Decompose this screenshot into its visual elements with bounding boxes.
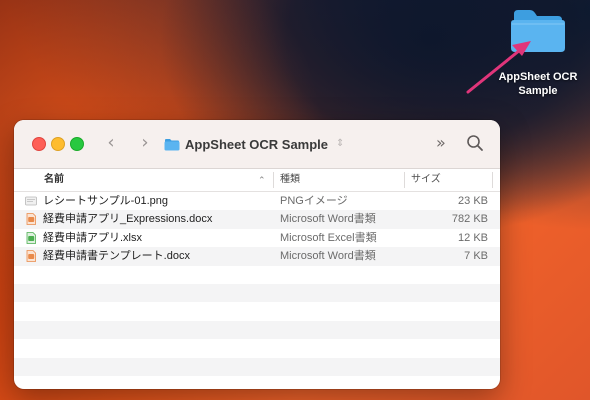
column-divider[interactable] bbox=[492, 172, 493, 188]
file-size: 23 KB bbox=[458, 195, 488, 207]
folder-icon bbox=[164, 138, 180, 150]
file-size: 782 KB bbox=[451, 213, 488, 226]
empty-row bbox=[14, 283, 500, 303]
finder-window: ‹ › AppSheet OCR Sample ⇕ » 名前 ⌃ 種類 サイズ bbox=[14, 120, 500, 389]
column-header-kind[interactable]: 種類 bbox=[280, 169, 300, 191]
close-button[interactable] bbox=[32, 137, 46, 151]
empty-row bbox=[14, 376, 500, 389]
column-header-size[interactable]: サイズ bbox=[411, 169, 441, 191]
file-name: 経費申請書テンプレート.docx bbox=[43, 250, 190, 263]
empty-row bbox=[14, 266, 500, 284]
column-header: 名前 ⌃ 種類 サイズ bbox=[14, 169, 500, 192]
file-size: 12 KB bbox=[458, 231, 488, 244]
file-list: レシートサンプル-01.png PNGイメージ 23 KB 経費申請アプリ_Ex… bbox=[14, 192, 500, 389]
file-size: 7 KB bbox=[464, 250, 488, 263]
empty-row bbox=[14, 320, 500, 340]
chevron-left-icon[interactable]: ‹ bbox=[100, 132, 122, 154]
empty-row bbox=[14, 357, 500, 376]
xlsx-file-icon bbox=[26, 231, 36, 244]
minimize-button[interactable] bbox=[51, 137, 65, 151]
chevron-right-icon[interactable]: › bbox=[134, 132, 156, 154]
search-icon[interactable] bbox=[466, 134, 484, 152]
file-row[interactable]: レシートサンプル-01.png PNGイメージ 23 KB bbox=[14, 192, 500, 210]
file-row[interactable]: 経費申請アプリ.xlsx Microsoft Excel書類 12 KB bbox=[14, 229, 500, 247]
file-kind: Microsoft Word書類 bbox=[280, 250, 376, 263]
empty-row bbox=[14, 302, 500, 320]
double-chevron-right-icon[interactable]: » bbox=[436, 132, 446, 154]
docx-file-icon bbox=[26, 213, 36, 226]
file-kind: Microsoft Word書類 bbox=[280, 213, 376, 226]
file-row[interactable]: 経費申請アプリ_Expressions.docx Microsoft Word書… bbox=[14, 210, 500, 229]
file-name: 経費申請アプリ.xlsx bbox=[43, 231, 142, 244]
file-kind: Microsoft Excel書類 bbox=[280, 231, 377, 244]
column-header-name[interactable]: 名前 bbox=[44, 169, 64, 191]
window-title[interactable]: AppSheet OCR Sample ⇕ bbox=[164, 134, 344, 154]
sort-chevron-up-icon[interactable]: ⌃ bbox=[258, 169, 266, 191]
window-title-text: AppSheet OCR Sample bbox=[185, 136, 329, 152]
column-divider[interactable] bbox=[404, 172, 405, 188]
file-row[interactable]: 経費申請書テンプレート.docx Microsoft Word書類 7 KB bbox=[14, 247, 500, 266]
png-file-icon bbox=[25, 196, 37, 206]
file-kind: PNGイメージ bbox=[280, 195, 348, 207]
column-divider[interactable] bbox=[273, 172, 274, 188]
file-name: レシートサンプル-01.png bbox=[43, 195, 168, 207]
docx-file-icon bbox=[26, 250, 36, 263]
maximize-button[interactable] bbox=[70, 137, 84, 151]
up-down-chevron-icon[interactable]: ⇕ bbox=[336, 139, 344, 149]
window-toolbar: ‹ › AppSheet OCR Sample ⇕ » bbox=[14, 120, 500, 169]
empty-row bbox=[14, 339, 500, 357]
file-name: 経費申請アプリ_Expressions.docx bbox=[43, 213, 213, 226]
